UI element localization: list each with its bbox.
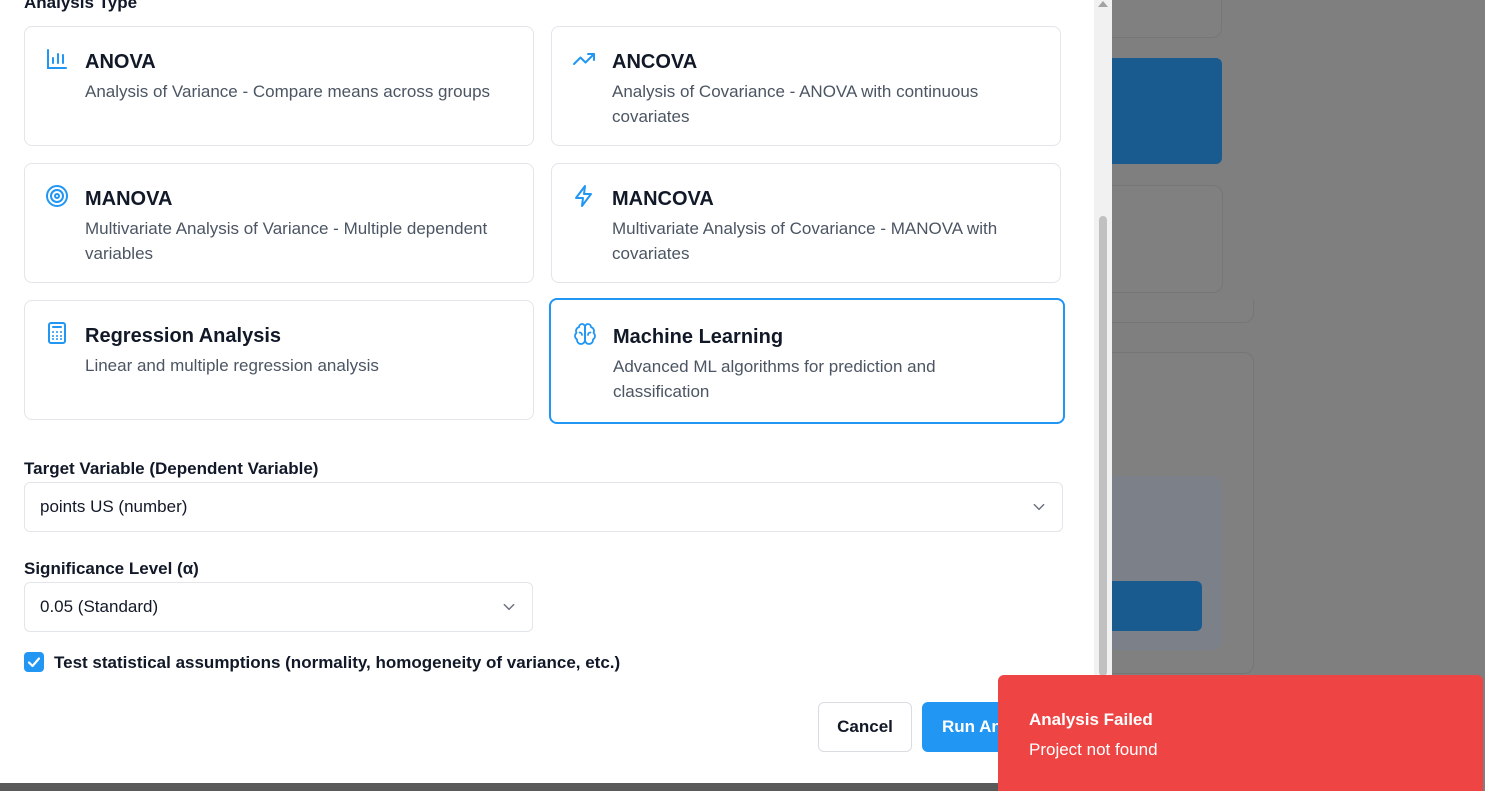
chevron-down-icon [502, 600, 516, 614]
analysis-card-manova[interactable]: MANOVA Multivariate Analysis of Variance… [24, 163, 534, 283]
background-button [1100, 581, 1202, 631]
analysis-card-anova[interactable]: ANOVA Analysis of Variance - Compare mea… [24, 26, 534, 146]
card-title: MANOVA [85, 188, 173, 210]
analysis-card-regression[interactable]: Regression Analysis Linear and multiple … [24, 300, 534, 420]
scrollbar[interactable] [1094, 0, 1112, 783]
check-icon [27, 657, 41, 668]
card-title: ANOVA [85, 51, 156, 73]
significance-level-label: Significance Level (α) [24, 559, 199, 578]
toast-title: Analysis Failed [1029, 710, 1153, 729]
significance-level-value: 0.05 (Standard) [40, 597, 159, 616]
analysis-card-machine-learning[interactable]: Machine Learning Advanced ML algorithms … [549, 298, 1065, 424]
card-description: Linear and multiple regression analysis [85, 356, 379, 375]
card-title: MANCOVA [612, 188, 714, 210]
card-title: Machine Learning [613, 326, 784, 348]
toast-description: Project not found [1029, 740, 1158, 759]
target-variable-label: Target Variable (Dependent Variable) [24, 459, 319, 478]
brain-icon [573, 322, 597, 346]
bar-chart-icon [45, 47, 69, 71]
card-description: Advanced ML algorithms for prediction an… [613, 357, 936, 401]
chevron-down-icon [1032, 500, 1046, 514]
card-description: Multivariate Analysis of Variance - Mult… [85, 219, 488, 263]
trending-up-icon [572, 47, 596, 71]
card-title: ANCOVA [612, 51, 698, 73]
target-variable-select[interactable]: points US (number) [24, 482, 1063, 532]
card-description: Multivariate Analysis of Covariance - MA… [612, 219, 998, 263]
modal-shadow [0, 783, 1112, 791]
cancel-button[interactable]: Cancel [818, 702, 912, 752]
card-description: Analysis of Covariance - ANOVA with cont… [612, 82, 979, 126]
target-variable-value: points US (number) [40, 497, 188, 516]
assumptions-checkbox-label[interactable]: Test statistical assumptions (normality,… [54, 653, 620, 673]
significance-level-select[interactable]: 0.05 (Standard) [24, 582, 533, 632]
scrollbar-thumb[interactable] [1099, 216, 1107, 676]
card-description: Analysis of Variance - Compare means acr… [85, 82, 491, 101]
card-title: Regression Analysis [85, 325, 282, 347]
analysis-type-heading: Analysis Type [24, 0, 138, 12]
error-toast[interactable]: Analysis Failed Project not found [998, 675, 1483, 791]
target-icon [45, 184, 69, 208]
scroll-up-arrow-icon[interactable] [1098, 1, 1108, 7]
analysis-modal: Analysis Type ANOVA Analysis of Variance… [0, 0, 1112, 783]
background-panel [1090, 300, 1254, 323]
assumptions-checkbox[interactable] [24, 652, 44, 672]
analysis-card-mancova[interactable]: MANCOVA Multivariate Analysis of Covaria… [551, 163, 1061, 283]
calculator-icon [45, 321, 69, 345]
analysis-card-ancova[interactable]: ANCOVA Analysis of Covariance - ANOVA wi… [551, 26, 1061, 146]
lightning-icon [572, 184, 596, 208]
